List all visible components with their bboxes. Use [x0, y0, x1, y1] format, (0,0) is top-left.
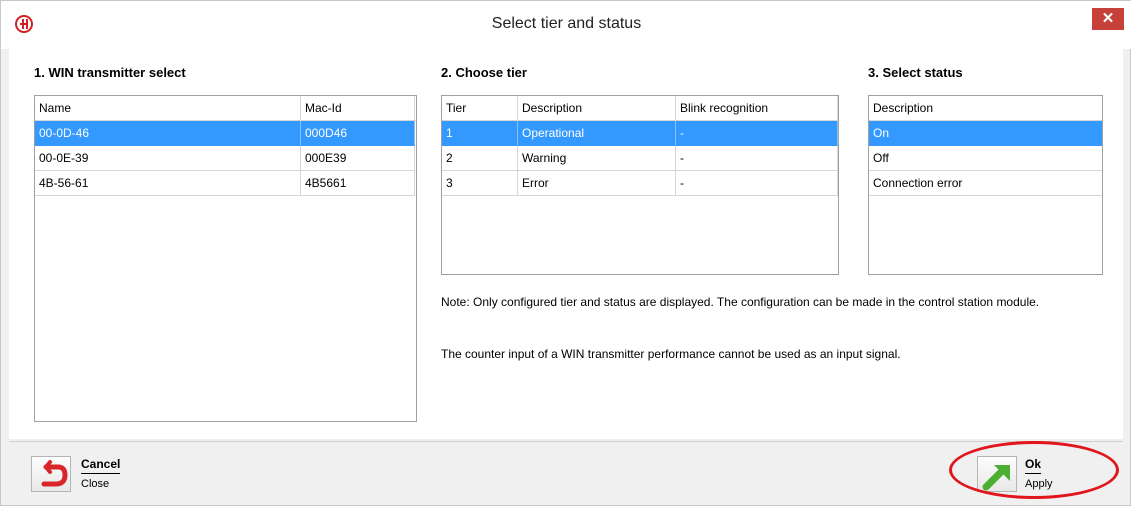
column-header-description[interactable]: Description	[518, 96, 676, 121]
dialog-window: Select tier and status ✕ 1. WIN transmit…	[0, 0, 1131, 506]
transmitter-name: 00-0D-46	[35, 121, 301, 146]
status-list-header: Description	[869, 96, 1102, 121]
tier-row[interactable]: 3 Error -	[442, 171, 838, 196]
status-row[interactable]: On	[869, 121, 1102, 146]
transmitter-row[interactable]: 00-0D-46 000D46	[35, 121, 416, 146]
transmitter-mac: 4B5661	[301, 171, 415, 196]
cancel-sublabel: Close	[81, 478, 110, 490]
status-row[interactable]: Off	[869, 146, 1102, 171]
transmitter-row[interactable]: 00-0E-39 000E39	[35, 146, 416, 171]
tier-section-title: 2. Choose tier	[441, 65, 527, 80]
status-list[interactable]: Description On Off Connection error	[868, 95, 1103, 275]
tier-blink: -	[676, 146, 838, 171]
transmitter-name: 4B-56-61	[35, 171, 301, 196]
status-row[interactable]: Connection error	[869, 171, 1102, 196]
cancel-label[interactable]: Cancel	[81, 457, 121, 474]
tier-number: 3	[442, 171, 518, 196]
column-header-status-description[interactable]: Description	[869, 96, 1102, 121]
tier-row[interactable]: 2 Warning -	[442, 146, 838, 171]
status-description: On	[869, 121, 1102, 146]
status-section-title: 3. Select status	[868, 65, 963, 80]
tier-description: Warning	[518, 146, 676, 171]
tier-list-header: Tier Description Blink recognition	[442, 96, 838, 121]
tier-description: Error	[518, 171, 676, 196]
dialog-title: Select tier and status	[491, 15, 642, 32]
transmitter-section-title: 1. WIN transmitter select	[34, 65, 186, 80]
column-header-blink-recognition[interactable]: Blink recognition	[676, 96, 838, 121]
transmitter-name: 00-0E-39	[35, 146, 301, 171]
note-counter-input: The counter input of a WIN transmitter p…	[441, 347, 901, 361]
dialog-content: 1. WIN transmitter select Name Mac-Id 00…	[9, 49, 1123, 439]
status-description: Off	[869, 146, 1102, 171]
transmitter-mac: 000D46	[301, 121, 415, 146]
transmitter-mac: 000E39	[301, 146, 415, 171]
undo-arrow-icon	[41, 460, 68, 487]
tier-number: 2	[442, 146, 518, 171]
annotation-highlight-ring	[949, 441, 1119, 499]
title-bar: Select tier and status ✕	[1, 1, 1131, 49]
status-description: Connection error	[869, 171, 1102, 196]
transmitter-list-header: Name Mac-Id	[35, 96, 416, 121]
note-configured-only: Note: Only configured tier and status ar…	[441, 295, 1040, 309]
transmitter-row[interactable]: 4B-56-61 4B5661	[35, 171, 416, 196]
tier-number: 1	[442, 121, 518, 146]
tier-description: Operational	[518, 121, 676, 146]
tier-blink: -	[676, 171, 838, 196]
column-header-mac-id[interactable]: Mac-Id	[301, 96, 415, 121]
column-header-tier[interactable]: Tier	[442, 96, 518, 121]
close-button[interactable]: ✕	[1092, 8, 1124, 30]
tier-list[interactable]: Tier Description Blink recognition 1 Ope…	[441, 95, 839, 275]
tier-row[interactable]: 1 Operational -	[442, 121, 838, 146]
column-header-name[interactable]: Name	[35, 96, 301, 121]
cancel-button[interactable]	[31, 456, 71, 492]
transmitter-list[interactable]: Name Mac-Id 00-0D-46 000D46 00-0E-39 000…	[34, 95, 417, 422]
tier-blink: -	[676, 121, 838, 146]
